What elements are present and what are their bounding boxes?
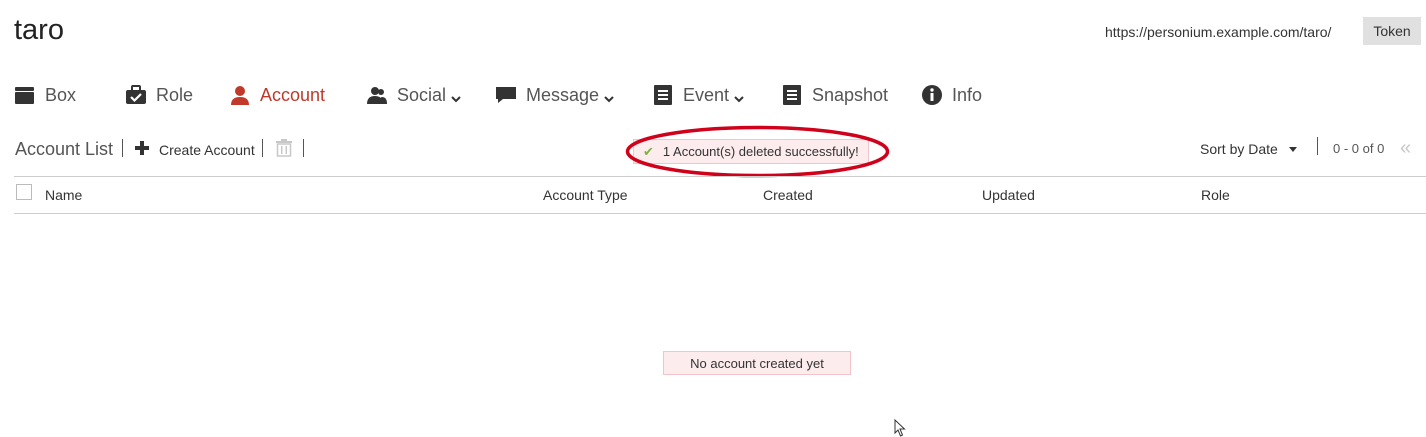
token-button[interactable]: Token: [1363, 17, 1421, 45]
column-header-created[interactable]: Created: [763, 187, 813, 203]
cell-url: https://personium.example.com/taro/: [1105, 24, 1332, 40]
nav-item-social[interactable]: Social: [366, 80, 461, 110]
nav-label: Snapshot: [812, 84, 889, 105]
snapshot-icon: [781, 84, 803, 106]
nav-label: Info: [952, 84, 983, 105]
table-header-border: [14, 213, 1426, 214]
first-page-icon[interactable]: «: [1400, 137, 1411, 160]
toolbar-divider: [122, 139, 123, 157]
caret-down-icon: [1288, 146, 1297, 152]
message-icon: [495, 84, 517, 106]
trash-icon: [276, 139, 292, 161]
chevron-down-icon: [451, 91, 461, 103]
select-all-checkbox[interactable]: [16, 184, 32, 200]
sort-label: Sort by Date: [1200, 141, 1278, 157]
info-icon: [921, 84, 943, 106]
event-icon: [652, 84, 674, 106]
box-icon: [14, 84, 36, 106]
nav-label: Event: [683, 84, 730, 105]
mouse-cursor-icon: [894, 419, 906, 437]
toolbar-divider: [1317, 137, 1318, 155]
nav-label: Box: [45, 84, 77, 105]
chevron-down-icon: [734, 91, 744, 103]
pagination-range: 0 - 0 of 0: [1333, 141, 1385, 156]
nav-item-account[interactable]: Account: [229, 80, 325, 110]
chevron-down-icon: [604, 91, 614, 103]
delete-button[interactable]: [276, 139, 292, 157]
account-list-title: Account List: [15, 139, 114, 159]
nav-item-event[interactable]: Event: [652, 80, 744, 110]
sort-dropdown[interactable]: Sort by Date: [1200, 141, 1297, 157]
nav-item-role[interactable]: Role: [125, 80, 193, 110]
create-account-label: Create Account: [159, 142, 255, 158]
nav-item-message[interactable]: Message: [495, 80, 614, 110]
role-icon: [125, 84, 147, 106]
cell-name: taro: [14, 14, 64, 46]
nav-label: Account: [260, 84, 326, 105]
column-header-role[interactable]: Role: [1201, 187, 1230, 203]
highlight-ellipse: [625, 125, 890, 178]
nav-item-info[interactable]: Info: [921, 80, 982, 110]
toolbar-divider: [262, 139, 263, 157]
column-header-name[interactable]: Name: [45, 187, 82, 203]
table-top-border: [14, 176, 1426, 177]
nav-label: Message: [526, 84, 600, 105]
nav-label: Role: [156, 84, 194, 105]
empty-state-message: No account created yet: [663, 351, 851, 375]
nav-item-snapshot[interactable]: Snapshot: [781, 80, 888, 110]
create-account-button[interactable]: Create Account: [135, 139, 255, 161]
column-header-updated[interactable]: Updated: [982, 187, 1035, 203]
nav-label: Social: [397, 84, 447, 105]
social-icon: [366, 84, 388, 106]
column-header-account-type[interactable]: Account Type: [543, 187, 628, 203]
toolbar-divider: [303, 139, 304, 157]
plus-icon: [135, 140, 149, 160]
nav-item-box[interactable]: Box: [14, 80, 76, 110]
account-icon: [229, 84, 251, 106]
